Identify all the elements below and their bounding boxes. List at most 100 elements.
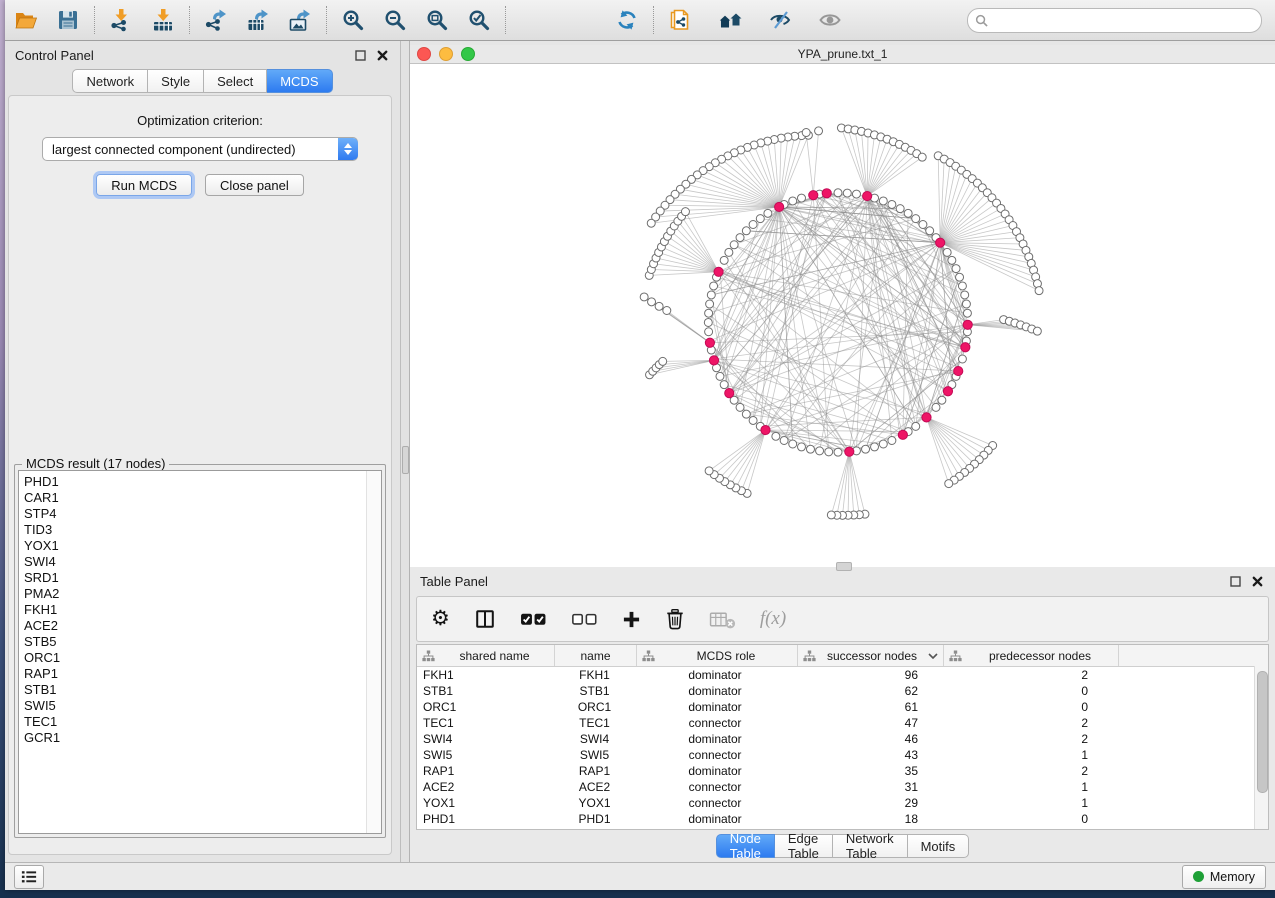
close-panel-icon[interactable] <box>374 47 390 63</box>
column-header-shared-name[interactable]: shared name <box>417 645 555 666</box>
save-icon[interactable] <box>55 8 80 33</box>
show-column-panel-icon[interactable] <box>474 606 496 632</box>
select-all-columns-icon[interactable] <box>520 606 547 632</box>
toolbar-separator <box>189 6 190 34</box>
mcds-result-item[interactable]: PMA2 <box>24 586 365 602</box>
new-network-from-selection-icon[interactable] <box>667 8 692 33</box>
mcds-result-item[interactable]: TEC1 <box>24 714 365 730</box>
mcds-result-item[interactable]: STP4 <box>24 506 365 522</box>
network-window-titlebar: YPA_prune.txt_1 <box>410 45 1275 64</box>
deselect-all-columns-icon[interactable] <box>571 606 598 632</box>
search-field[interactable] <box>988 13 1261 27</box>
cell-MCDS-role: connector <box>635 796 795 810</box>
task-history-button[interactable] <box>14 865 44 889</box>
search-input[interactable] <box>967 8 1262 33</box>
mcds-result-item[interactable]: RAP1 <box>24 666 365 682</box>
memory-label: Memory <box>1210 870 1255 884</box>
search-icon <box>975 14 988 27</box>
close-panel-button[interactable]: Close panel <box>205 174 304 196</box>
tab-node-table[interactable]: Node Table <box>716 834 775 858</box>
network-canvas[interactable] <box>410 64 1275 567</box>
table-scrollbar-thumb[interactable] <box>1257 671 1268 793</box>
table-row[interactable]: PHD1PHD1dominator180 <box>417 811 1268 827</box>
table-row[interactable]: RAP1RAP1dominator352 <box>417 763 1268 779</box>
run-mcds-button[interactable]: Run MCDS <box>96 174 192 196</box>
tab-network-table[interactable]: Network Table <box>833 834 908 858</box>
mcds-result-item[interactable]: PHD1 <box>24 474 365 490</box>
mcds-tab-content: Optimization criterion: largest connecte… <box>8 95 392 855</box>
mcds-result-item[interactable]: STB1 <box>24 682 365 698</box>
tab-network[interactable]: Network <box>72 69 148 93</box>
mcds-result-item[interactable]: FKH1 <box>24 602 365 618</box>
table-scrollbar[interactable] <box>1254 666 1268 829</box>
import-table-icon[interactable] <box>150 8 175 33</box>
mcds-result-item[interactable]: SWI4 <box>24 554 365 570</box>
cell-successor-nodes: 18 <box>795 812 940 826</box>
column-header-name[interactable]: name <box>555 645 637 666</box>
mcds-result-item[interactable]: GCR1 <box>24 730 365 746</box>
mcds-list-scrollbar[interactable] <box>366 471 381 833</box>
mcds-result-item[interactable]: YOX1 <box>24 538 365 554</box>
vertical-splitter[interactable] <box>400 41 410 862</box>
zoom-fit-icon[interactable] <box>424 8 449 33</box>
open-folder-icon[interactable] <box>13 8 38 33</box>
cell-name: SWI5 <box>554 748 635 762</box>
settings-gear-icon[interactable]: ⚙ <box>431 606 450 632</box>
table-row[interactable]: ACE2ACE2connector311 <box>417 779 1268 795</box>
mcds-result-item[interactable]: ACE2 <box>24 618 365 634</box>
table-row[interactable]: STB1STB1dominator620 <box>417 683 1268 699</box>
right-column: YPA_prune.txt_1 Table Panel ⚙ <box>410 41 1275 862</box>
mcds-result-list[interactable]: PHD1CAR1STP4TID3YOX1SWI4SRD1PMA2FKH1ACE2… <box>18 470 382 834</box>
optimization-criterion-select[interactable]: largest connected component (undirected) <box>42 137 358 161</box>
control-panel: Control Panel NetworkStyleSelectMCDS Opt… <box>5 41 400 862</box>
export-image-icon[interactable] <box>287 8 312 33</box>
cell-name: ACE2 <box>554 780 635 794</box>
splitter-handle[interactable] <box>402 446 409 474</box>
tab-mcds[interactable]: MCDS <box>267 69 332 93</box>
table-row[interactable]: SWI5SWI5connector431 <box>417 747 1268 763</box>
mcds-result-item[interactable]: CAR1 <box>24 490 365 506</box>
tab-style[interactable]: Style <box>148 69 204 93</box>
export-network-icon[interactable] <box>203 8 228 33</box>
tab-edge-table[interactable]: Edge Table <box>775 834 833 858</box>
cell-shared-name: SWI5 <box>417 748 554 762</box>
table-row[interactable]: YOX1YOX1connector291 <box>417 795 1268 811</box>
network-nodes <box>640 124 1043 519</box>
cell-successor-nodes: 62 <box>795 684 940 698</box>
table-panel: Table Panel ⚙ f(x) shared namenameM <box>410 567 1275 862</box>
close-panel-icon[interactable] <box>1249 573 1265 589</box>
table-row[interactable]: ORC1ORC1dominator610 <box>417 699 1268 715</box>
float-panel-icon[interactable] <box>1227 573 1243 589</box>
zoom-in-icon[interactable] <box>340 8 365 33</box>
cell-successor-nodes: 46 <box>795 732 940 746</box>
tab-motifs[interactable]: Motifs <box>908 834 970 858</box>
mcds-result-item[interactable]: SRD1 <box>24 570 365 586</box>
table-row[interactable]: FKH1FKH1dominator962 <box>417 667 1268 683</box>
column-header-MCDS-role[interactable]: MCDS role <box>637 645 798 666</box>
export-table-icon[interactable] <box>245 8 270 33</box>
table-row[interactable]: TEC1TEC1connector472 <box>417 715 1268 731</box>
import-network-icon[interactable] <box>108 8 133 33</box>
mcds-result-item[interactable]: TID3 <box>24 522 365 538</box>
float-panel-icon[interactable] <box>352 47 368 63</box>
column-header-successor-nodes[interactable]: successor nodes <box>798 645 944 666</box>
column-header-predecessor-nodes[interactable]: predecessor nodes <box>944 645 1119 666</box>
mcds-result-item[interactable]: SWI5 <box>24 698 365 714</box>
cell-shared-name: YOX1 <box>417 796 554 810</box>
cell-successor-nodes: 29 <box>795 796 940 810</box>
mcds-result-item[interactable]: ORC1 <box>24 650 365 666</box>
delete-column-icon[interactable] <box>665 606 685 632</box>
table-row[interactable]: SWI4SWI4dominator462 <box>417 731 1268 747</box>
zoom-out-icon[interactable] <box>382 8 407 33</box>
memory-button[interactable]: Memory <box>1182 865 1266 889</box>
tab-select[interactable]: Select <box>204 69 267 93</box>
show-eye-icon[interactable] <box>817 8 842 33</box>
cell-MCDS-role: dominator <box>635 732 795 746</box>
zoom-selected-icon[interactable] <box>466 8 491 33</box>
add-column-icon[interactable] <box>622 606 641 632</box>
houses-icon[interactable] <box>717 8 742 33</box>
refresh-icon[interactable] <box>614 8 639 33</box>
horizontal-splitter-handle[interactable] <box>836 562 852 571</box>
mcds-result-item[interactable]: STB5 <box>24 634 365 650</box>
hide-eye-icon[interactable] <box>767 8 792 33</box>
